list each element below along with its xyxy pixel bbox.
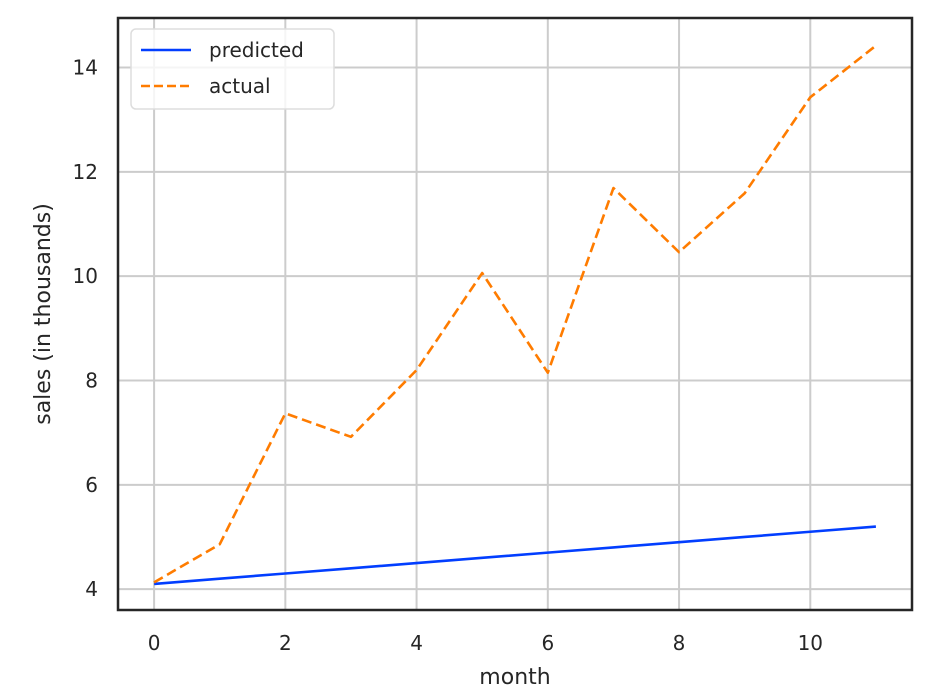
series-line-predicted	[153, 525, 877, 586]
series-layer	[153, 44, 877, 586]
x-tick-label: 0	[148, 631, 161, 655]
x-tick-label: 4	[410, 631, 423, 655]
x-tick-label: 8	[673, 631, 686, 655]
x-tick-label: 6	[541, 631, 554, 655]
x-axis-ticks: 0 2 4 6 8 10	[148, 631, 823, 655]
x-tick-label: 2	[279, 631, 292, 655]
x-tick-label: 10	[798, 631, 823, 655]
line-chart: 0 2 4 6 8 10 4 6 8 10 12 14 month sales (in thousa…	[31, 16, 914, 690]
y-tick-label: 4	[85, 577, 98, 601]
series-line-actual	[153, 44, 877, 584]
legend-label-actual: actual	[209, 74, 271, 98]
y-axis-label: sales (in thousands)	[31, 203, 56, 425]
legend-label-predicted: predicted	[209, 38, 304, 62]
y-tick-label: 10	[73, 264, 98, 288]
x-axis-label: month	[479, 665, 550, 690]
y-tick-label: 8	[85, 369, 98, 393]
y-axis-ticks: 4 6 8 10 12 14	[73, 56, 98, 602]
y-tick-label: 12	[73, 160, 98, 184]
y-tick-label: 6	[85, 473, 98, 497]
y-tick-label: 14	[73, 56, 98, 80]
legend: predicted actual	[130, 28, 335, 110]
